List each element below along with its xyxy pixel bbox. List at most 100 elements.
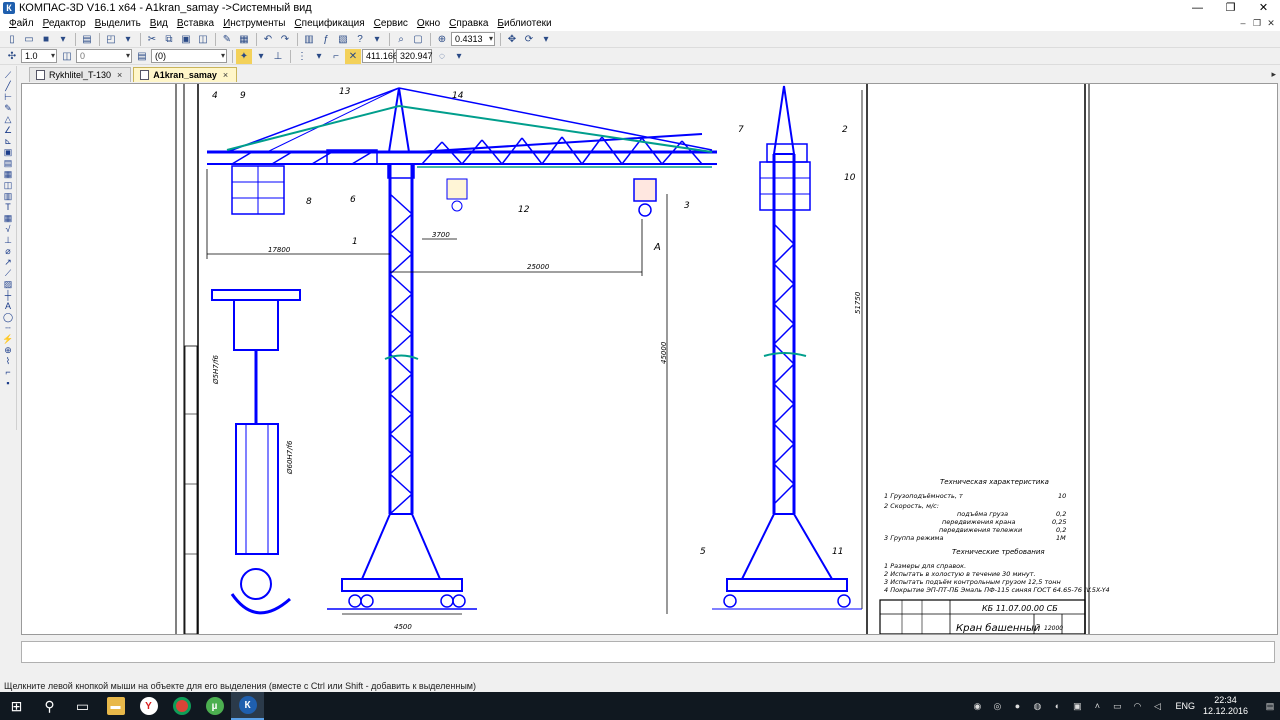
more-icon[interactable]: ▪	[2, 378, 15, 388]
menu-service[interactable]: Сервис	[374, 18, 408, 29]
wifi-icon[interactable]: ◠	[1130, 699, 1144, 713]
line-icon[interactable]: ╱	[2, 81, 15, 91]
hatch-icon[interactable]: ▨	[2, 279, 15, 289]
coordinate-y-field[interactable]: 320.947	[396, 49, 433, 63]
corner-icon[interactable]: ⌐	[2, 367, 15, 377]
position-icon[interactable]: ⌀	[2, 246, 15, 256]
manager-icon[interactable]: ▥	[301, 32, 317, 47]
grid-icon[interactable]: ⋮	[294, 49, 310, 64]
snap-icon[interactable]: ✦	[236, 48, 252, 64]
grid-dropdown-icon[interactable]: ▾	[311, 49, 327, 64]
minimize-button[interactable]: —	[1181, 0, 1214, 16]
zoom-window-icon[interactable]: ⌕	[393, 32, 409, 47]
tray-app-icon[interactable]: ●	[1010, 699, 1024, 713]
snap-dropdown-icon[interactable]: ▾	[253, 49, 269, 64]
redo-icon[interactable]: ↷	[277, 32, 293, 47]
circle-tool-icon[interactable]: ◯	[2, 312, 15, 322]
menu-insert[interactable]: Вставка	[177, 18, 214, 29]
language-indicator[interactable]: ENG	[1175, 701, 1195, 711]
tab-close-icon[interactable]: ×	[223, 70, 228, 80]
doc-close-icon[interactable]: ✕	[1264, 17, 1278, 29]
menu-view[interactable]: Вид	[150, 18, 168, 29]
tray-app-icon[interactable]: ▣	[1070, 699, 1084, 713]
task-view-icon[interactable]: ▭	[66, 692, 99, 720]
rough-icon[interactable]: √	[2, 224, 15, 234]
coordinate-x-field[interactable]: 411.166	[362, 49, 398, 63]
layer-field[interactable]: (0)	[151, 49, 227, 63]
clock[interactable]: 22:34 12.12.2016	[1203, 695, 1248, 717]
arrow-icon[interactable]: ↗	[2, 257, 15, 267]
tab-close-icon[interactable]: ×	[117, 70, 122, 80]
menu-select[interactable]: Выделить	[95, 18, 141, 29]
notifications-icon[interactable]: ▤	[1263, 699, 1277, 713]
cursor-snap-icon[interactable]: ✕	[345, 48, 361, 64]
help-dropdown-icon[interactable]: ▾	[369, 32, 385, 47]
dimensions-icon[interactable]: ⊢	[2, 92, 15, 102]
kompas-task-icon[interactable]: К	[231, 692, 264, 720]
select-icon[interactable]: ▣	[2, 147, 15, 157]
doc-minimize-icon[interactable]: –	[1236, 17, 1250, 29]
insert-icon[interactable]: ◫	[2, 180, 15, 190]
menu-specification[interactable]: Спецификация	[294, 18, 364, 29]
preview-icon[interactable]: ◰	[103, 32, 119, 47]
save-icon[interactable]: ■	[38, 32, 54, 47]
scale-field[interactable]: 1.0	[21, 49, 57, 63]
battery-icon[interactable]: ▭	[1110, 699, 1124, 713]
tower-crane-drawing[interactable]: 4 9 13 14 8 6 12 1 3 7 2 10 5 11 17800 3…	[22, 84, 1277, 634]
preview-dropdown-icon[interactable]: ▾	[120, 32, 136, 47]
text-icon[interactable]: T	[2, 202, 15, 212]
round-coordinates-icon[interactable]: ◌	[434, 49, 450, 64]
yandex-browser-icon[interactable]: Y	[132, 692, 165, 720]
utorrent-icon[interactable]: µ	[198, 692, 231, 720]
copy-icon[interactable]: ⧉	[161, 32, 177, 47]
layers-icon[interactable]: ▤	[134, 49, 150, 64]
zoom-in-icon[interactable]: ⊕	[434, 32, 450, 47]
params-icon[interactable]: ∠	[2, 125, 15, 135]
menu-file[interactable]: Файл	[9, 18, 34, 29]
print-icon[interactable]: ▤	[79, 32, 95, 47]
menu-tools[interactable]: Инструменты	[223, 18, 285, 29]
context-help-icon[interactable]: ?	[352, 32, 368, 47]
show-hidden-icon[interactable]: ˄	[1090, 699, 1104, 713]
zoom-all-icon[interactable]: ▢	[410, 32, 426, 47]
reports-icon[interactable]: ▦	[2, 169, 15, 179]
menu-libraries[interactable]: Библиотеки	[497, 18, 551, 29]
table-icon[interactable]: ▦	[2, 213, 15, 223]
lightning-icon[interactable]: ⚡	[2, 334, 15, 344]
volume-icon[interactable]: ◁	[1150, 699, 1164, 713]
search-icon[interactable]: ⚲	[33, 692, 66, 720]
menu-editor[interactable]: Редактор	[43, 18, 86, 29]
variables-icon[interactable]: ▧	[335, 32, 351, 47]
close-button[interactable]: ✕	[1247, 0, 1280, 16]
function-icon[interactable]: ƒ	[318, 32, 334, 47]
spec-icon[interactable]: ▤	[2, 158, 15, 168]
pan-icon[interactable]: ✥	[504, 32, 520, 47]
drawing-canvas[interactable]: 4 9 13 14 8 6 12 1 3 7 2 10 5 11 17800 3…	[21, 83, 1278, 635]
current-scale-icon[interactable]: ✣	[4, 49, 20, 64]
axis-icon[interactable]: ┼	[2, 290, 15, 300]
tray-app-icon[interactable]: ◎	[990, 699, 1004, 713]
paste-icon[interactable]: ▣	[178, 32, 194, 47]
chrome-icon[interactable]	[165, 692, 198, 720]
tray-app-icon[interactable]: ◉	[970, 699, 984, 713]
curve-icon[interactable]: ⌇	[2, 356, 15, 366]
doc-restore-icon[interactable]: ❐	[1250, 17, 1264, 29]
open-folder-icon[interactable]: ▭	[21, 32, 37, 47]
paste-special-icon[interactable]: ◫	[195, 32, 211, 47]
tray-app-icon[interactable]: ◍	[1030, 699, 1044, 713]
style-field[interactable]: 0	[76, 49, 132, 63]
geometry-icon[interactable]: ⟋	[2, 70, 15, 80]
start-button[interactable]: ⊞	[0, 692, 33, 720]
restore-button[interactable]: ❐	[1214, 0, 1247, 16]
save-dropdown-icon[interactable]: ▾	[55, 32, 71, 47]
properties-icon[interactable]: ▦	[236, 32, 252, 47]
edit-icon[interactable]: △	[2, 114, 15, 124]
tabs-scroll-icon[interactable]: ▸	[1271, 69, 1276, 80]
symbols-icon[interactable]: ✎	[2, 103, 15, 113]
zoom-value-field[interactable]: 0.4313	[451, 32, 495, 46]
orthogonal-icon[interactable]: ⊥	[270, 49, 286, 64]
menu-window[interactable]: Окно	[417, 18, 440, 29]
local-cs-icon[interactable]: ⌐	[328, 49, 344, 64]
base-icon[interactable]: ⊥	[2, 235, 15, 245]
file-explorer-icon[interactable]: ▬	[99, 692, 132, 720]
